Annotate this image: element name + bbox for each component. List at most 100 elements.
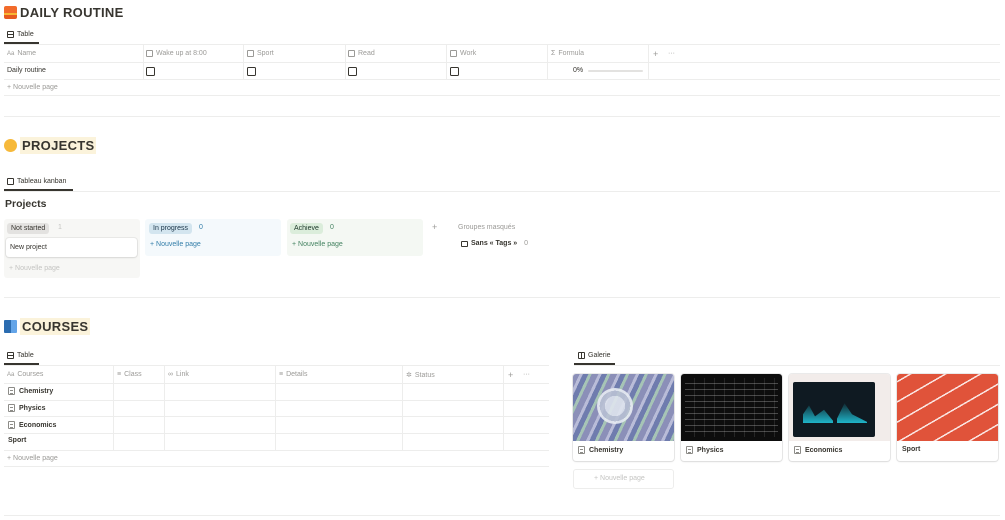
board-icon <box>7 178 14 185</box>
col-divider <box>547 45 548 79</box>
projects-heading: PROJECTS <box>4 137 97 154</box>
column-class[interactable]: ≡ Class <box>117 371 142 378</box>
gallery-new-page-button[interactable]: + Nouvelle page <box>573 469 674 489</box>
text-icon: Aa <box>7 371 15 378</box>
col-divider <box>345 45 346 79</box>
section-divider <box>4 515 1000 516</box>
divider <box>4 365 549 366</box>
col-divider <box>446 45 447 79</box>
cover-image-economics <box>789 374 890 441</box>
divider <box>4 191 1000 192</box>
page-icon <box>794 446 801 454</box>
hidden-groups-label: Groupes masqués <box>458 224 516 231</box>
table-row[interactable]: Chemistry <box>8 387 53 395</box>
board-title: Projects <box>5 198 47 210</box>
table-row[interactable]: Physics <box>8 404 45 412</box>
kanban-card[interactable]: New project <box>6 238 137 257</box>
add-column-button[interactable]: + <box>508 370 513 380</box>
sunrise-icon <box>4 6 17 19</box>
checkbox-sport[interactable] <box>247 67 256 76</box>
gallery-card-sport[interactable]: Sport <box>897 374 998 461</box>
row-divider <box>4 79 1000 80</box>
more-options-button[interactable]: ··· <box>668 50 675 57</box>
column-formula[interactable]: Σ Formula <box>551 50 584 57</box>
new-page-button[interactable]: + Nouvelle page <box>7 84 58 91</box>
checkbox-read[interactable] <box>348 67 357 76</box>
col-divider <box>503 366 504 450</box>
tab-label: Tableau kanban <box>17 178 67 185</box>
page-icon <box>578 446 585 454</box>
book-icon <box>4 320 17 333</box>
new-page-button[interactable]: + Nouvelle page <box>292 241 343 248</box>
gallery-icon <box>578 352 585 359</box>
column-wake-up[interactable]: Wake up at 8:00 <box>146 50 207 57</box>
section-divider <box>4 297 1000 298</box>
new-page-button[interactable]: + Nouvelle page <box>150 241 201 248</box>
col-divider <box>164 366 165 450</box>
column-sport[interactable]: Sport <box>247 50 274 57</box>
table-icon <box>7 31 14 38</box>
column-link[interactable]: ∞ Link <box>168 371 189 378</box>
divider <box>574 365 1000 366</box>
tab-kanban[interactable]: Tableau kanban <box>7 178 66 185</box>
card-caption: Sport <box>902 446 921 453</box>
hidden-group-item[interactable]: Sans « Tags » 0 <box>461 240 528 247</box>
gallery-card-physics[interactable]: Physics <box>681 374 782 461</box>
tab-gallery[interactable]: Galerie <box>578 352 611 359</box>
row-divider <box>4 62 1000 63</box>
checkbox-wake-up[interactable] <box>146 67 155 76</box>
card-caption: Chemistry <box>578 446 623 454</box>
row-divider <box>4 466 549 467</box>
checkbox-icon <box>348 50 355 57</box>
new-page-button[interactable]: + Nouvelle page <box>9 265 60 272</box>
status-pill-in-progress[interactable]: In progress <box>149 223 193 234</box>
gallery-card-economics[interactable]: Economics <box>789 374 890 461</box>
gallery-card-chemistry[interactable]: Chemistry <box>573 374 674 461</box>
table-row[interactable]: Economics <box>8 421 56 429</box>
page-icon <box>8 404 15 412</box>
status-pill-not-started[interactable]: Not started <box>7 223 50 234</box>
checkbox-work[interactable] <box>450 67 459 76</box>
column-name[interactable]: Aa Name <box>7 50 36 57</box>
table-icon <box>7 352 14 359</box>
add-column-button[interactable]: + <box>653 49 658 59</box>
section-divider <box>4 116 1000 117</box>
courses-heading: COURSES <box>4 318 91 335</box>
card-caption: Physics <box>686 446 723 454</box>
smile-icon <box>4 139 17 152</box>
column-courses[interactable]: Aa Courses <box>7 371 43 378</box>
formula-progress-bar <box>588 70 643 72</box>
add-group-button[interactable]: + <box>432 222 437 232</box>
column-read[interactable]: Read <box>348 50 375 57</box>
row-divider <box>4 416 549 417</box>
more-options-button[interactable]: ··· <box>523 371 530 378</box>
table-row[interactable]: Sport <box>8 437 26 444</box>
col-divider <box>275 366 276 450</box>
row-divider <box>4 433 549 434</box>
cover-image-sport <box>897 374 998 441</box>
row-title-daily-routine[interactable]: Daily routine <box>7 67 46 74</box>
col-divider <box>243 45 244 79</box>
checkbox-icon <box>450 50 457 57</box>
card-caption: Economics <box>794 446 842 454</box>
column-details[interactable]: ≡ Details <box>279 371 308 378</box>
tab-courses-table[interactable]: Table <box>7 352 34 359</box>
sigma-icon: Σ <box>551 50 556 57</box>
tab-daily-table[interactable]: Table <box>7 31 34 38</box>
page-icon <box>8 387 15 395</box>
card-title: New project <box>10 244 47 251</box>
cover-image-physics <box>681 374 782 441</box>
col-divider <box>143 45 144 79</box>
new-page-button[interactable]: + Nouvelle page <box>7 455 58 462</box>
lines-icon: ≡ <box>117 371 122 378</box>
column-work[interactable]: Work <box>450 50 476 57</box>
status-pill-achieve[interactable]: Achieve <box>290 223 323 234</box>
group-count: 0 <box>330 224 334 231</box>
divider <box>4 44 1000 45</box>
page-icon <box>8 421 15 429</box>
link-icon: ∞ <box>168 371 173 378</box>
daily-routine-heading: DAILY ROUTINE <box>4 5 124 20</box>
status-icon: ✲ <box>406 372 412 379</box>
column-status[interactable]: ✲ Status <box>406 371 435 380</box>
lines-icon: ≡ <box>279 371 284 378</box>
